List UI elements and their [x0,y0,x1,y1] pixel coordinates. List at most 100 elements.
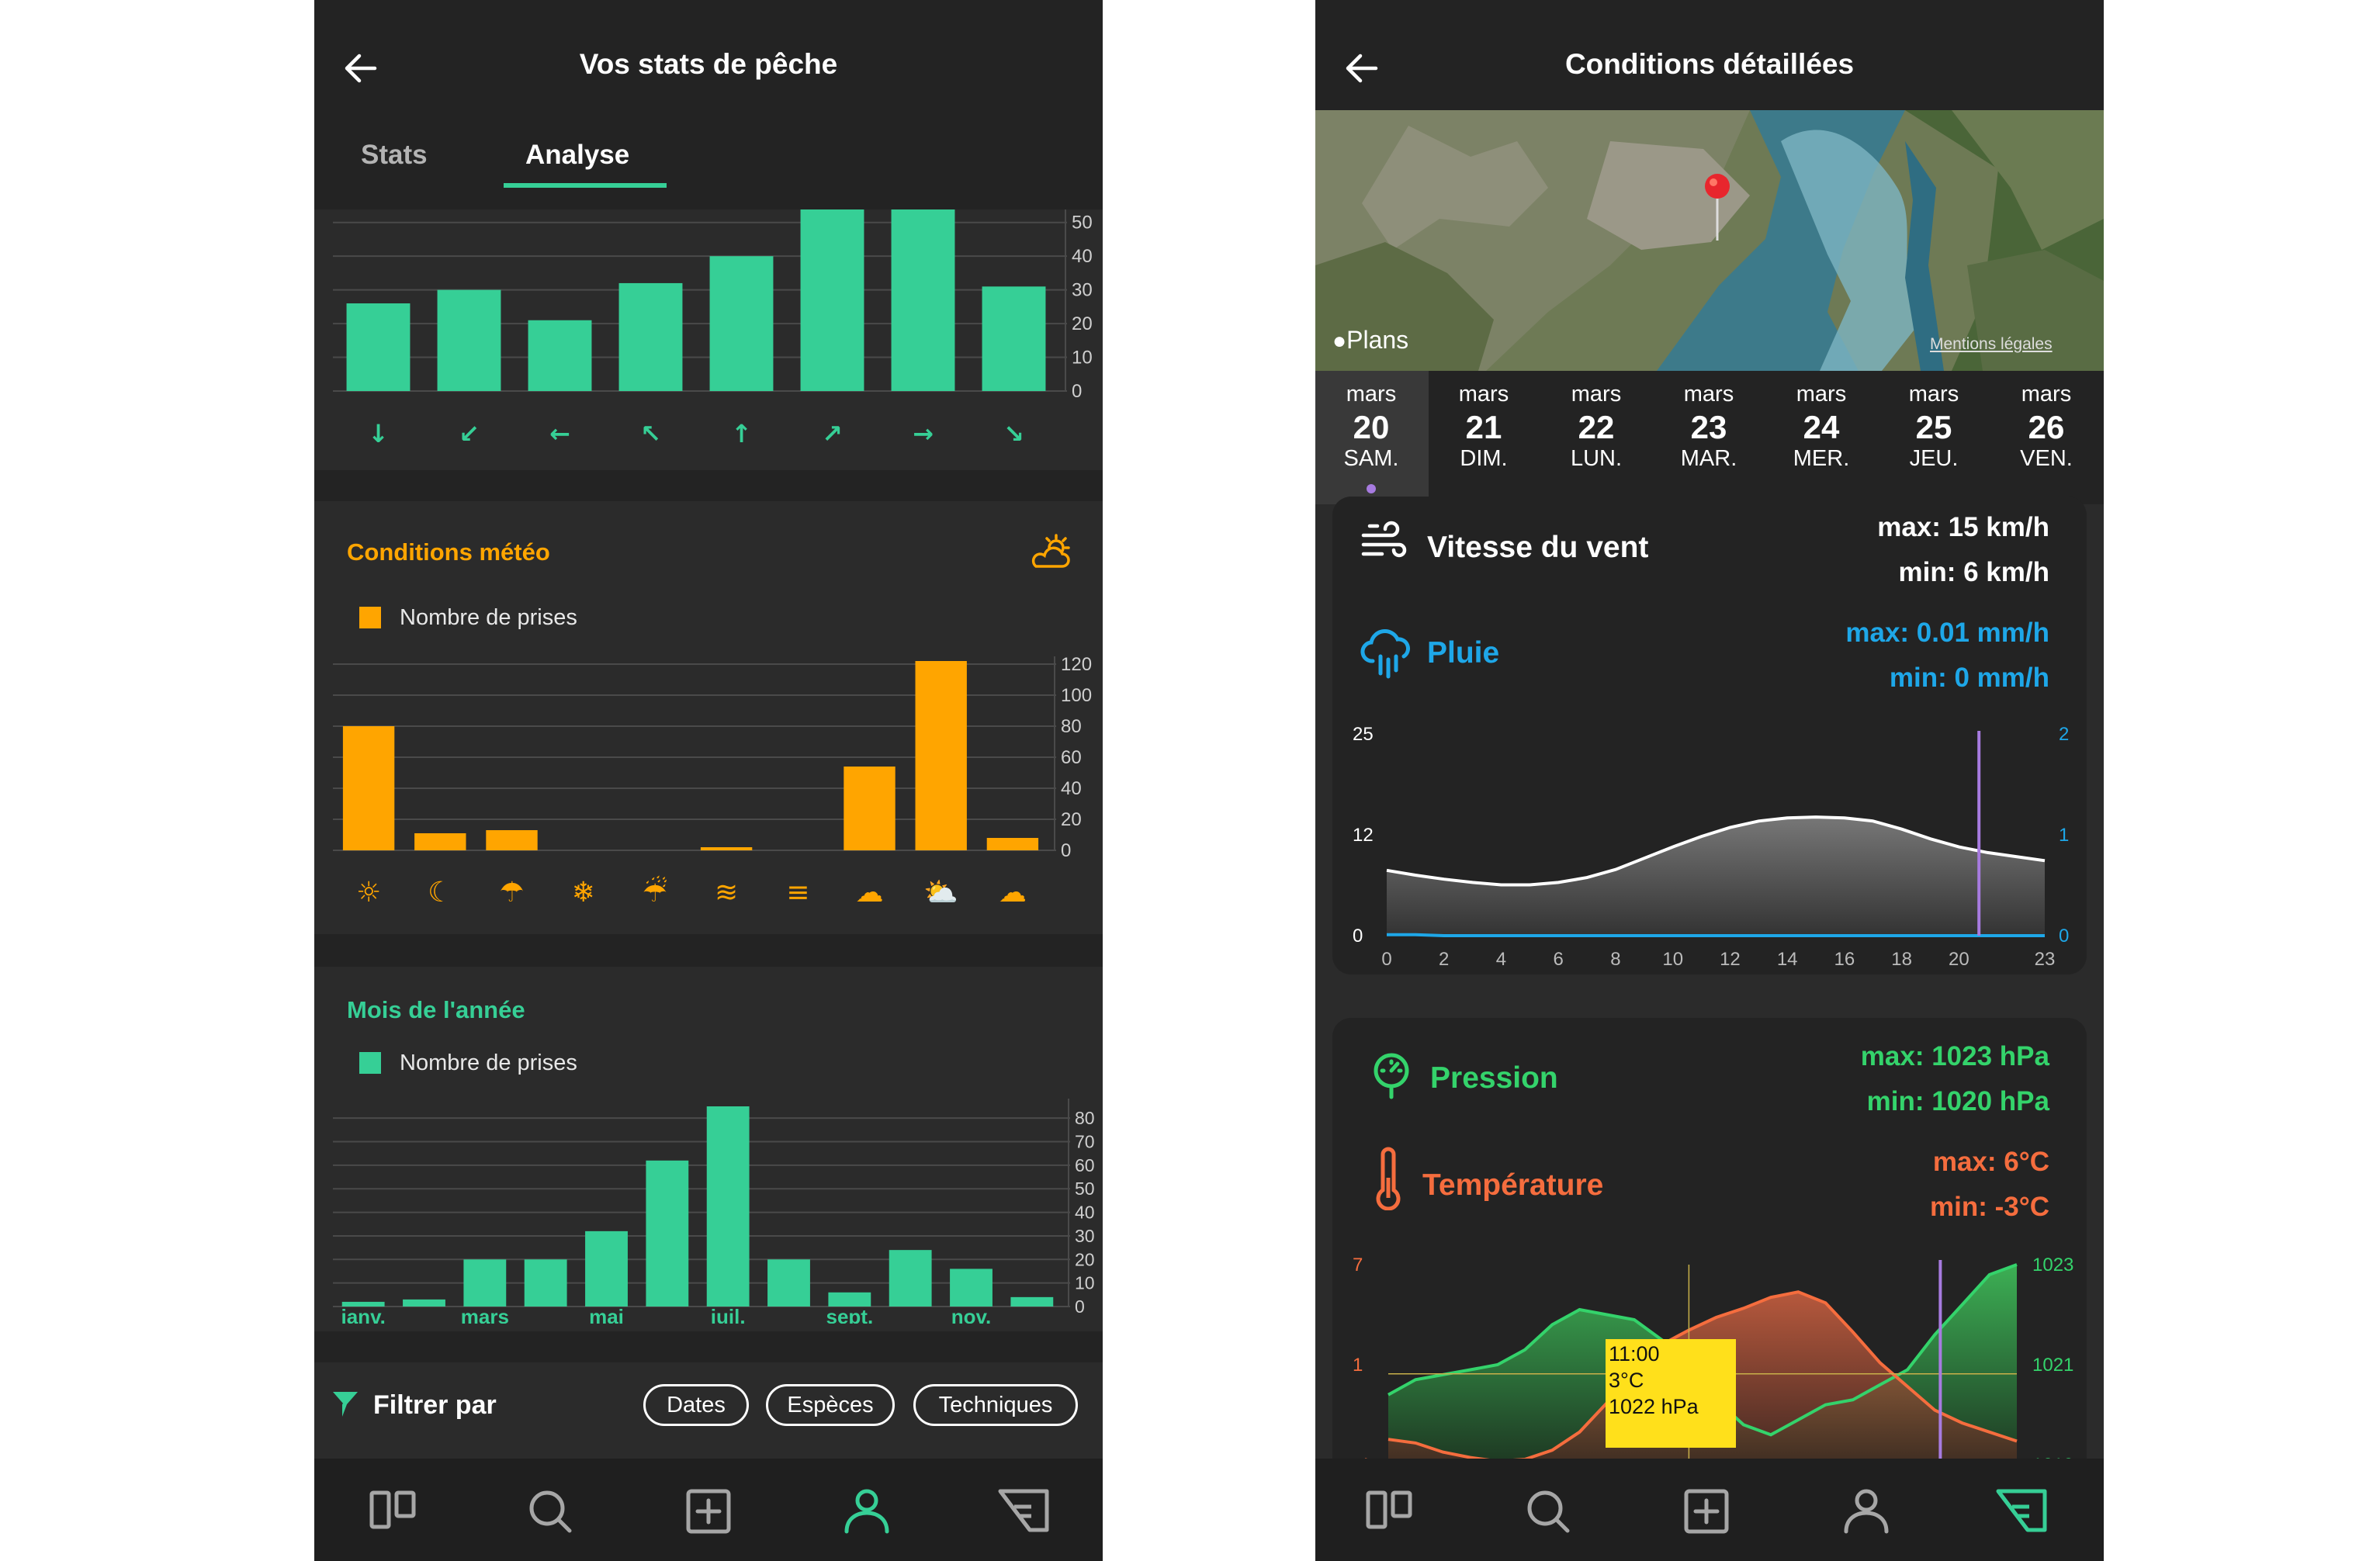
tab-indicator [504,183,667,188]
profile-icon[interactable] [1835,1480,1897,1542]
bar [706,1106,750,1307]
dashboard-icon[interactable] [1360,1480,1422,1542]
wind-rain-chart[interactable]: 251202100 2 4 6 8 10 12 14 16 18 20 23 [1332,706,2087,970]
profile-icon[interactable] [836,1480,898,1542]
wind-direction-chart: 50 40 30 20 10 0 ↓ ↙ ← ↖ ↑ ↗ → ↘ [333,209,1093,448]
tooltip-pressure: 1022 hPa [1609,1395,1699,1418]
x-tick-label: mai [589,1305,624,1324]
filter-label: Filtrer par [373,1390,497,1420]
y2-tick-label: 2 [2059,724,2069,745]
day-item[interactable]: mars 21 DIM. [1428,371,1540,498]
chart-tooltip: 11:00 3°C 1022 hPa [1606,1339,1736,1448]
x-tick-label: 0 [1381,949,1391,970]
x-tick-label: 18 [1891,949,1912,970]
legend-swatch [359,607,381,628]
wind-direction-arrow: ↙ [459,419,480,448]
map-flag-icon[interactable] [1992,1480,2054,1542]
wind-icon: ≋ [715,877,738,909]
bar [700,847,753,850]
day-number: 25 [1915,409,1952,445]
tab-stats[interactable]: Stats [361,140,428,171]
fog-icon: ≡ [786,877,809,909]
y-tick-label: 60 [1061,747,1082,768]
wind-direction-arrow: ↗ [822,419,843,448]
bar [528,320,592,391]
bar [889,1250,932,1307]
x-tick-label: 16 [1834,949,1855,970]
location-pin-icon[interactable] [1702,172,1733,242]
add-icon[interactable] [1677,1480,1739,1542]
rain-label: Pluie [1427,636,1500,670]
gauge-icon [1374,1053,1409,1099]
bar [524,1259,567,1307]
bottom-nav [314,1459,1103,1561]
y2-tick-label: 1021 [2032,1355,2073,1376]
pressure-max: max: 1023 hPa [1860,1041,2049,1071]
x-tick-label: 23 [2035,949,2056,970]
day-item[interactable]: mars 22 LUN. [1540,371,1652,498]
bar [646,1160,689,1307]
wind-icon [1361,521,1407,558]
wind-min: min: 6 km/h [1898,557,2049,587]
map-flag-icon[interactable] [994,1480,1056,1542]
bar [486,830,538,850]
search-icon[interactable] [521,1480,583,1542]
bar [800,209,864,391]
wind-area [1387,817,2045,936]
legal-link[interactable]: Mentions légales [1930,335,2053,354]
y-tick-label: 0 [1353,926,1363,947]
wind-direction-arrow: ↑ [731,419,752,448]
day-month: mars [1796,382,1847,407]
day-number: 22 [1578,409,1615,445]
y-tick-label: 30 [1072,280,1093,301]
weather-card: Conditions météo Nombre de prises 120 100… [314,501,1103,936]
snow-icon: ❄ [572,877,595,909]
weather-title: Conditions météo [347,538,550,566]
tab-analyse[interactable]: Analyse [525,140,629,171]
dashboard-icon[interactable] [364,1480,426,1542]
day-item[interactable]: mars 25 JEU. [1878,371,1990,498]
filter-techniques-button[interactable]: Techniques [913,1384,1078,1426]
rain-icon: ☔ [643,875,667,909]
day-item[interactable]: mars 23 MAR. [1653,371,1765,498]
bar [342,726,395,850]
apple-logo-icon: ● [1332,328,1347,354]
filter-dates-button[interactable]: Dates [643,1384,749,1426]
bar [844,767,896,850]
day-item[interactable]: mars 26 VEN. [1990,371,2102,498]
y2-tick-label: 0 [2059,926,2069,947]
sun-cloud-icon [1031,534,1070,568]
day-number: 26 [2028,409,2065,445]
y-tick-label: 20 [1072,313,1093,334]
y-tick-label: 40 [1061,778,1082,799]
day-month: mars [1908,382,1959,407]
x-tick-label: nov. [951,1305,992,1324]
day-item[interactable]: mars 20 SAM. [1315,371,1427,498]
x-tick-label: 14 [1777,949,1798,970]
search-icon[interactable] [1519,1480,1581,1542]
tooltip-time: 11:00 [1609,1342,1660,1365]
y-tick-label: 10 [1075,1273,1095,1293]
add-icon[interactable] [679,1480,741,1542]
wind-direction-arrow: → [913,419,934,448]
bar [463,1259,507,1307]
x-tick-label: 2 [1439,949,1449,970]
satellite-map[interactable]: ●Plans Mentions légales [1315,110,2104,371]
heavy-rain-icon: ☂ [499,877,524,909]
x-tick-label: 8 [1610,949,1620,970]
x-tick-label: 10 [1662,949,1683,970]
day-item[interactable]: mars 24 MER. [1765,371,1877,498]
x-tick-label: 20 [1949,949,1969,970]
y-tick-label: 50 [1072,213,1093,234]
temperature-max: max: 6°C [1932,1147,2049,1177]
header: Vos stats de pêche [314,0,1103,110]
bar [709,256,774,391]
page-title: Conditions détaillées [1564,48,1855,80]
day-number: 20 [1353,409,1390,445]
y-tick-label: 20 [1061,809,1082,830]
months-card: Mois de l'année Nombre de prises 80 70 60 5… [314,967,1103,1331]
filter-species-button[interactable]: Espèces [766,1384,895,1426]
y-tick-label: 80 [1075,1108,1095,1128]
pressure-min: min: 1020 hPa [1866,1086,2049,1116]
bar [767,1259,810,1307]
